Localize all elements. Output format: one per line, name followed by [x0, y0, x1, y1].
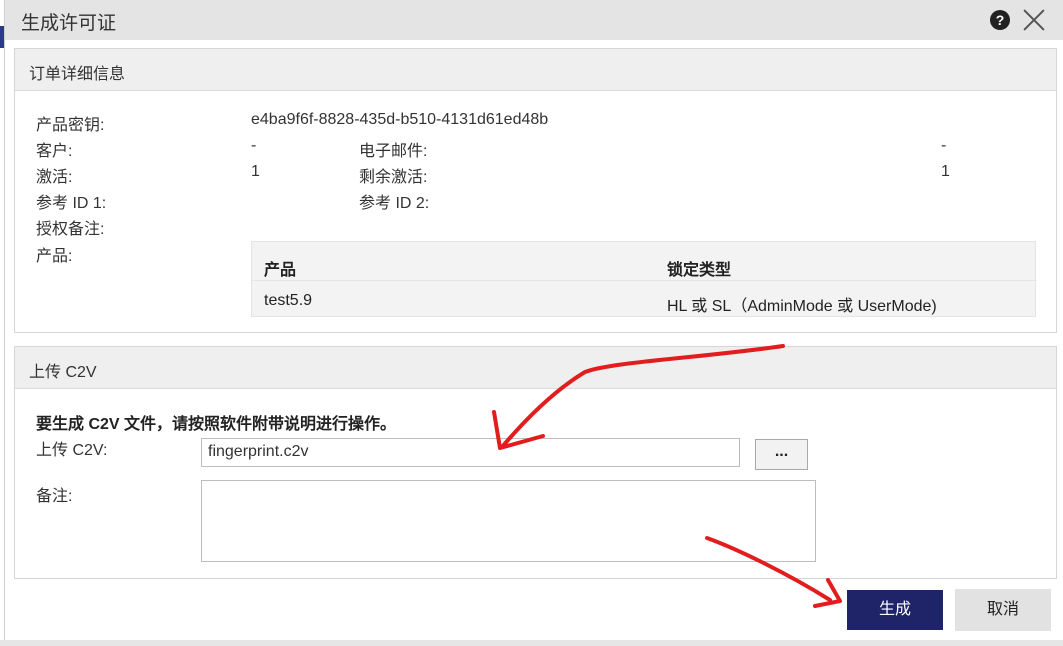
table-divider — [252, 280, 1037, 281]
c2v-file-input[interactable]: fingerprint.c2v — [201, 438, 740, 467]
generate-license-dialog: 生成许可证 ? 订单详细信息 产品密钥: e4ba9f6f-8828-435d-… — [4, 0, 1063, 644]
generate-button[interactable]: 生成 — [847, 590, 943, 630]
upload-c2v-heading: 上传 C2V — [15, 347, 1056, 389]
dialog-title-bar: 生成许可证 ? — [5, 0, 1063, 40]
product-table: 产品 锁定类型 test5.9 HL 或 SL（AdminMode 或 User… — [251, 241, 1037, 317]
table-header-lock-type: 锁定类型 — [667, 262, 732, 279]
order-details-panel: 订单详细信息 产品密钥: e4ba9f6f-8828-435d-b510-413… — [14, 48, 1057, 333]
email-value: - — [941, 137, 947, 154]
remaining-activations-label: 剩余激活: — [359, 169, 428, 186]
notes-textarea[interactable] — [201, 480, 816, 562]
activations-value: 1 — [251, 163, 260, 180]
upload-instruction: 要生成 C2V 文件，请按照软件附带说明进行操作。 — [36, 416, 397, 433]
notes-label: 备注: — [36, 488, 73, 505]
authorization-notes-label: 授权备注: — [36, 221, 105, 238]
table-cell-product: test5.9 — [264, 292, 313, 309]
order-details-heading: 订单详细信息 — [15, 49, 1056, 91]
background-bottom-strip — [0, 640, 1063, 646]
cancel-button[interactable]: 取消 — [955, 589, 1051, 631]
reference-id-2-label: 参考 ID 2: — [359, 195, 430, 212]
remaining-activations-value: 1 — [941, 163, 950, 180]
customer-value: - — [251, 137, 257, 154]
email-label: 电子邮件: — [359, 143, 428, 160]
product-key-label: 产品密钥: — [36, 117, 105, 134]
dialog-title: 生成许可证 — [21, 13, 117, 34]
activations-label: 激活: — [36, 169, 73, 186]
customer-label: 客户: — [36, 143, 73, 160]
table-header-product: 产品 — [264, 262, 297, 279]
browse-button[interactable]: ... — [755, 439, 808, 470]
reference-id-1-label: 参考 ID 1: — [36, 195, 107, 212]
product-label: 产品: — [36, 248, 73, 265]
upload-c2v-label: 上传 C2V: — [36, 442, 108, 459]
help-icon[interactable]: ? — [990, 10, 1010, 30]
table-cell-lock-type: HL 或 SL（AdminMode 或 UserMode) — [667, 298, 937, 315]
close-icon[interactable] — [1021, 6, 1047, 32]
upload-c2v-panel: 上传 C2V 要生成 C2V 文件，请按照软件附带说明进行操作。 上传 C2V:… — [14, 346, 1057, 579]
product-key-value: e4ba9f6f-8828-435d-b510-4131d61ed48b — [251, 111, 549, 128]
